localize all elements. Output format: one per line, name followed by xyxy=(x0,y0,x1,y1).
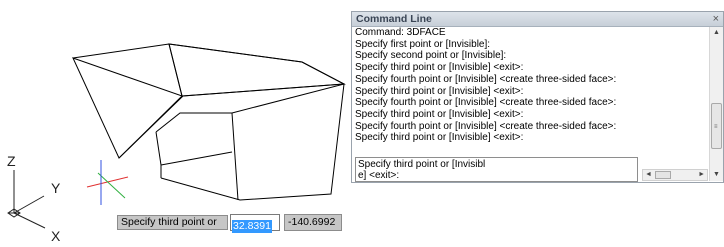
crosshair-cursor xyxy=(86,160,129,205)
command-history-line: Command: 3DFACE xyxy=(355,27,446,38)
ucs-y-label: Y xyxy=(51,180,61,196)
command-line-window: Command Line × Command: 3DFACE Specify fi… xyxy=(351,11,724,183)
3dface-upper[interactable] xyxy=(72,43,346,159)
command-history: Command: 3DFACE Specify first point or [I… xyxy=(355,27,705,155)
scroll-up-icon[interactable]: ▲ xyxy=(710,27,723,39)
command-history-line: Specify fourth point or [Invisible] <cre… xyxy=(355,120,617,132)
close-icon[interactable]: × xyxy=(713,12,719,26)
vertical-scroll-thumb[interactable]: ≡ xyxy=(711,103,722,149)
scroll-left-icon[interactable]: ◄ xyxy=(645,170,652,180)
command-history-line: Specify third point or [Invisible] <exit… xyxy=(355,85,524,97)
scroll-right-icon[interactable]: ► xyxy=(698,170,705,180)
scroll-down-icon[interactable]: ▼ xyxy=(710,169,723,181)
command-history-line: Specify third point or [Invisible] <exit… xyxy=(355,132,524,144)
3dface-upper-edge xyxy=(72,43,346,159)
command-input-line: Specify third point or [Invisibl xyxy=(358,159,486,170)
dynamic-input-x-field[interactable]: 32.8391 xyxy=(230,214,280,233)
ucs-x-label: X xyxy=(51,228,61,242)
command-history-line: Specify third point or [Invisible] <exit… xyxy=(355,108,524,120)
command-line-title: Command Line xyxy=(356,13,432,25)
command-line-titlebar[interactable]: Command Line × xyxy=(352,12,723,27)
3dface-lower-mid xyxy=(160,151,233,166)
command-history-line: Specify fourth point or [Invisible] <cre… xyxy=(355,73,617,85)
dynamic-input-x-value: 32.8391 xyxy=(232,220,272,233)
horizontal-scrollbar[interactable]: ◄ ► xyxy=(642,169,708,181)
dynamic-input-prompt: Specify third point or xyxy=(117,215,228,230)
command-history-line: Specify fourth point or [Invisible] <cre… xyxy=(355,97,617,109)
ucs-z-label: Z xyxy=(7,153,16,169)
3dface-lower-edge xyxy=(155,83,345,201)
3dface-upper-fold xyxy=(168,43,183,97)
dynamic-input-y-field[interactable]: -140.6992 xyxy=(284,214,342,231)
command-history-line: Specify first point or [Invisible]: xyxy=(355,38,491,50)
3dface-lower-diag xyxy=(155,131,162,166)
command-history-line: Specify third point or [Invisible] <exit… xyxy=(355,62,524,74)
ucs-icon xyxy=(7,170,46,229)
command-input-line: e] <exit>: xyxy=(358,170,400,181)
vertical-scrollbar[interactable]: ▲ ≡ ▼ xyxy=(709,27,723,181)
command-input[interactable]: Specify third point or [Invisibl e] <exi… xyxy=(355,157,638,182)
command-history-line: Specify second point or [Invisible]: xyxy=(355,50,507,62)
grip-icon: ≡ xyxy=(714,124,718,130)
3dface-lower-fold xyxy=(231,112,239,201)
horizontal-scroll-thumb[interactable] xyxy=(655,171,671,179)
